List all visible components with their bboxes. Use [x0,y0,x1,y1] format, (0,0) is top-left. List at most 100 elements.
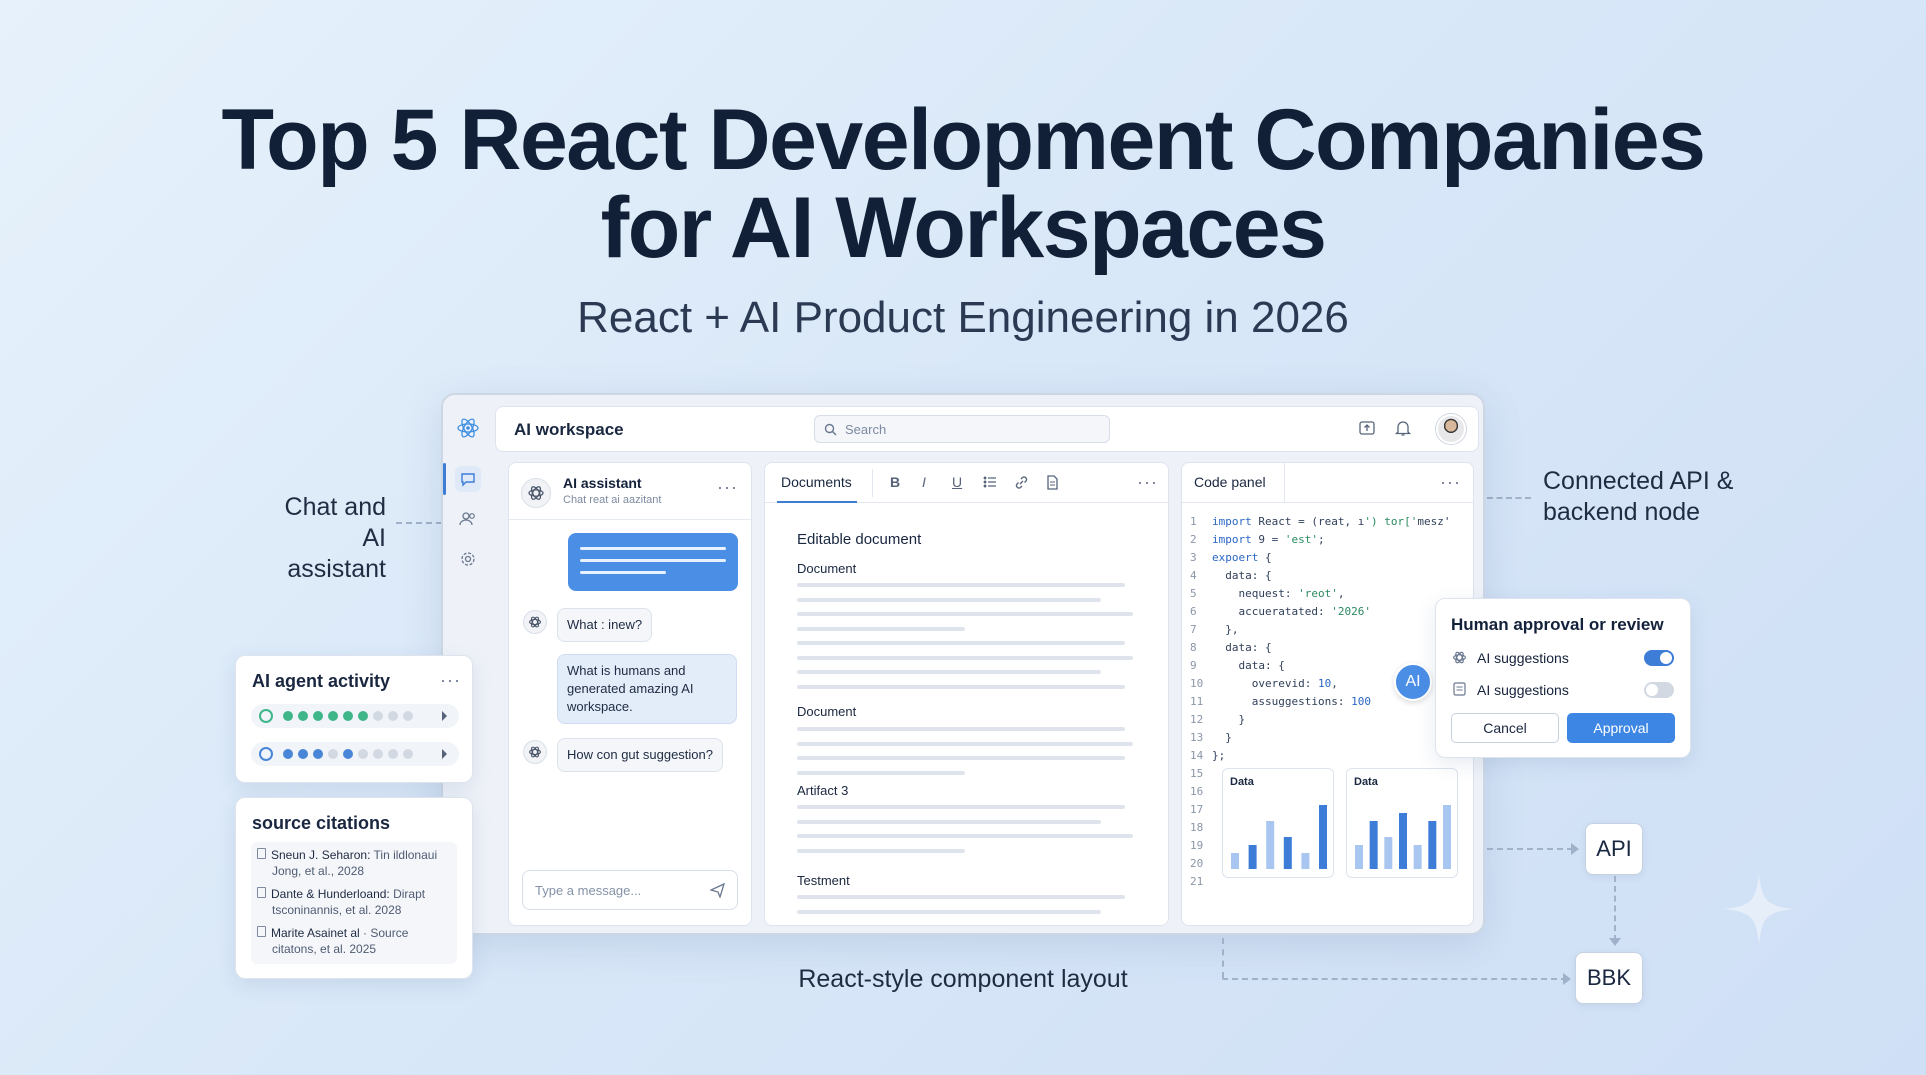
activity-dot [328,711,338,721]
send-icon[interactable] [710,882,726,898]
code-line: 7 }, [1190,623,1239,636]
bold-button[interactable]: B [890,474,900,490]
citation-sub: citatons, et al. 2025 [272,942,377,956]
toggle-knob [1646,684,1658,696]
tab-code-panel[interactable]: Code panel [1194,474,1266,490]
document-text-line [797,612,1133,616]
settings-gear-icon[interactable] [455,546,481,572]
bubble-line [580,559,726,562]
share-box-icon[interactable] [1358,419,1378,439]
line-number: 18 [1190,821,1204,834]
layout-backend-link [1222,978,1567,980]
citation-item[interactable]: Sneun J. Seharon: Tin ildlonaui Jong, et … [257,847,437,879]
suggestions-toggle-on[interactable] [1644,650,1674,666]
document-text-line [797,848,965,853]
documents-more-icon[interactable]: ··· [1137,472,1158,493]
chart-bar [1266,821,1275,869]
chart-bar [1231,853,1239,869]
line-number: 10 [1190,677,1204,690]
document-icon[interactable] [1046,475,1059,490]
agent-more-icon[interactable]: ··· [440,670,461,691]
chart-bar [1248,845,1257,869]
chat-more-icon[interactable]: ··· [717,477,738,498]
activity-dot [373,711,383,721]
api-callout-line2: backend node [1543,498,1701,526]
user-message-bubble [568,533,738,591]
api-node[interactable]: API [1585,823,1643,875]
chat-callout-line1: Chat and [284,493,386,521]
users-icon[interactable] [455,506,481,532]
tab-documents[interactable]: Documents [781,474,852,490]
data-chart-1: Data [1222,768,1334,878]
chat-divider [509,519,751,520]
underline-button[interactable]: U [952,474,962,490]
chevron-right-icon[interactable] [442,749,447,759]
message-placeholder: Type a message... [535,883,642,898]
line-number: 3 [1190,551,1197,564]
document-text-line [797,770,965,775]
chat-icon[interactable] [455,466,481,492]
citation-item[interactable]: Dante & Hunderloand: Dirapt tsconinannis,… [257,886,425,918]
ai-badge[interactable]: AI [1394,663,1432,701]
backend-node[interactable]: BBK [1575,952,1643,1004]
activity-dot [403,711,413,721]
chevron-right-icon[interactable] [442,711,447,721]
activity-dot [388,711,398,721]
agent-logo-icon [259,709,273,723]
agent-row[interactable] [251,704,459,728]
document-text-line [797,684,1125,689]
chat-panel: AI assistant Chat reat ai aazitant ··· W… [508,462,752,926]
agent-logo-icon [259,747,273,761]
message-input[interactable]: Type a message... [522,870,738,910]
code-line: 2 import 9 = 'est'; [1190,533,1325,546]
activity-dot [283,749,293,759]
line-number: 21 [1190,875,1204,888]
suggestions-toggle-off[interactable] [1644,682,1674,698]
approval-title: Human approval or review [1451,615,1664,634]
agent-activity-card: AI agent activity ··· [235,655,473,783]
assistant-subtitle: Chat reat ai aazitant [563,494,662,506]
hero-title-line2: for AI Workspaces [600,180,1327,276]
list-icon[interactable] [983,475,997,489]
assistant-avatar-icon [523,740,547,764]
activity-dot [403,749,413,759]
workspace-window: AI workspace Search AI assistant Chat re… [441,393,1485,935]
suggestion-label: AI suggestions [1477,682,1569,698]
data-chart-2: Data [1346,768,1458,878]
note-icon [1453,682,1466,696]
chat-callout: Chat and AI assistant [262,492,386,585]
code-line: 8 data: { [1190,641,1272,654]
api-arrow [1571,843,1579,855]
user-avatar[interactable] [1436,414,1466,444]
link-icon[interactable] [1014,475,1029,490]
chart-bar [1319,805,1327,869]
toggle-knob [1660,652,1672,664]
bell-icon[interactable] [1394,419,1414,439]
document-section-heading: Document [797,704,857,719]
tab-divider [1284,463,1285,503]
search-placeholder: Search [845,422,887,437]
code-line: 10 overevid: 10, [1190,677,1338,690]
line-number: 13 [1190,731,1204,744]
search-input[interactable]: Search [814,415,1110,443]
cancel-button[interactable]: Cancel [1451,713,1559,743]
code-line: 4 data: { [1190,569,1272,582]
citation-sub: Jong, et al., 2028 [272,864,365,878]
agent-row[interactable] [251,742,459,766]
approve-button[interactable]: Approval [1567,713,1675,743]
line-number: 20 [1190,857,1204,870]
chart-bar [1384,837,1393,869]
search-icon [824,423,837,436]
italic-button[interactable]: I [922,474,926,490]
code-more-icon[interactable]: ··· [1440,472,1461,493]
hero-subtitle: React + AI Product Engineering in 2026 [577,293,1349,342]
activity-dot [328,749,338,759]
chart-bar [1399,813,1407,869]
activity-dot [283,711,293,721]
activity-dot [343,711,353,721]
source-citations-card: source citations Sneun J. Seharon: Tin i… [235,797,473,979]
citation-item[interactable]: Marite Asainet al · Source citatons, et a… [257,925,408,957]
chat-message: How con gut suggestion? [557,738,723,772]
line-number: 15 [1190,767,1204,780]
line-number: 16 [1190,785,1204,798]
